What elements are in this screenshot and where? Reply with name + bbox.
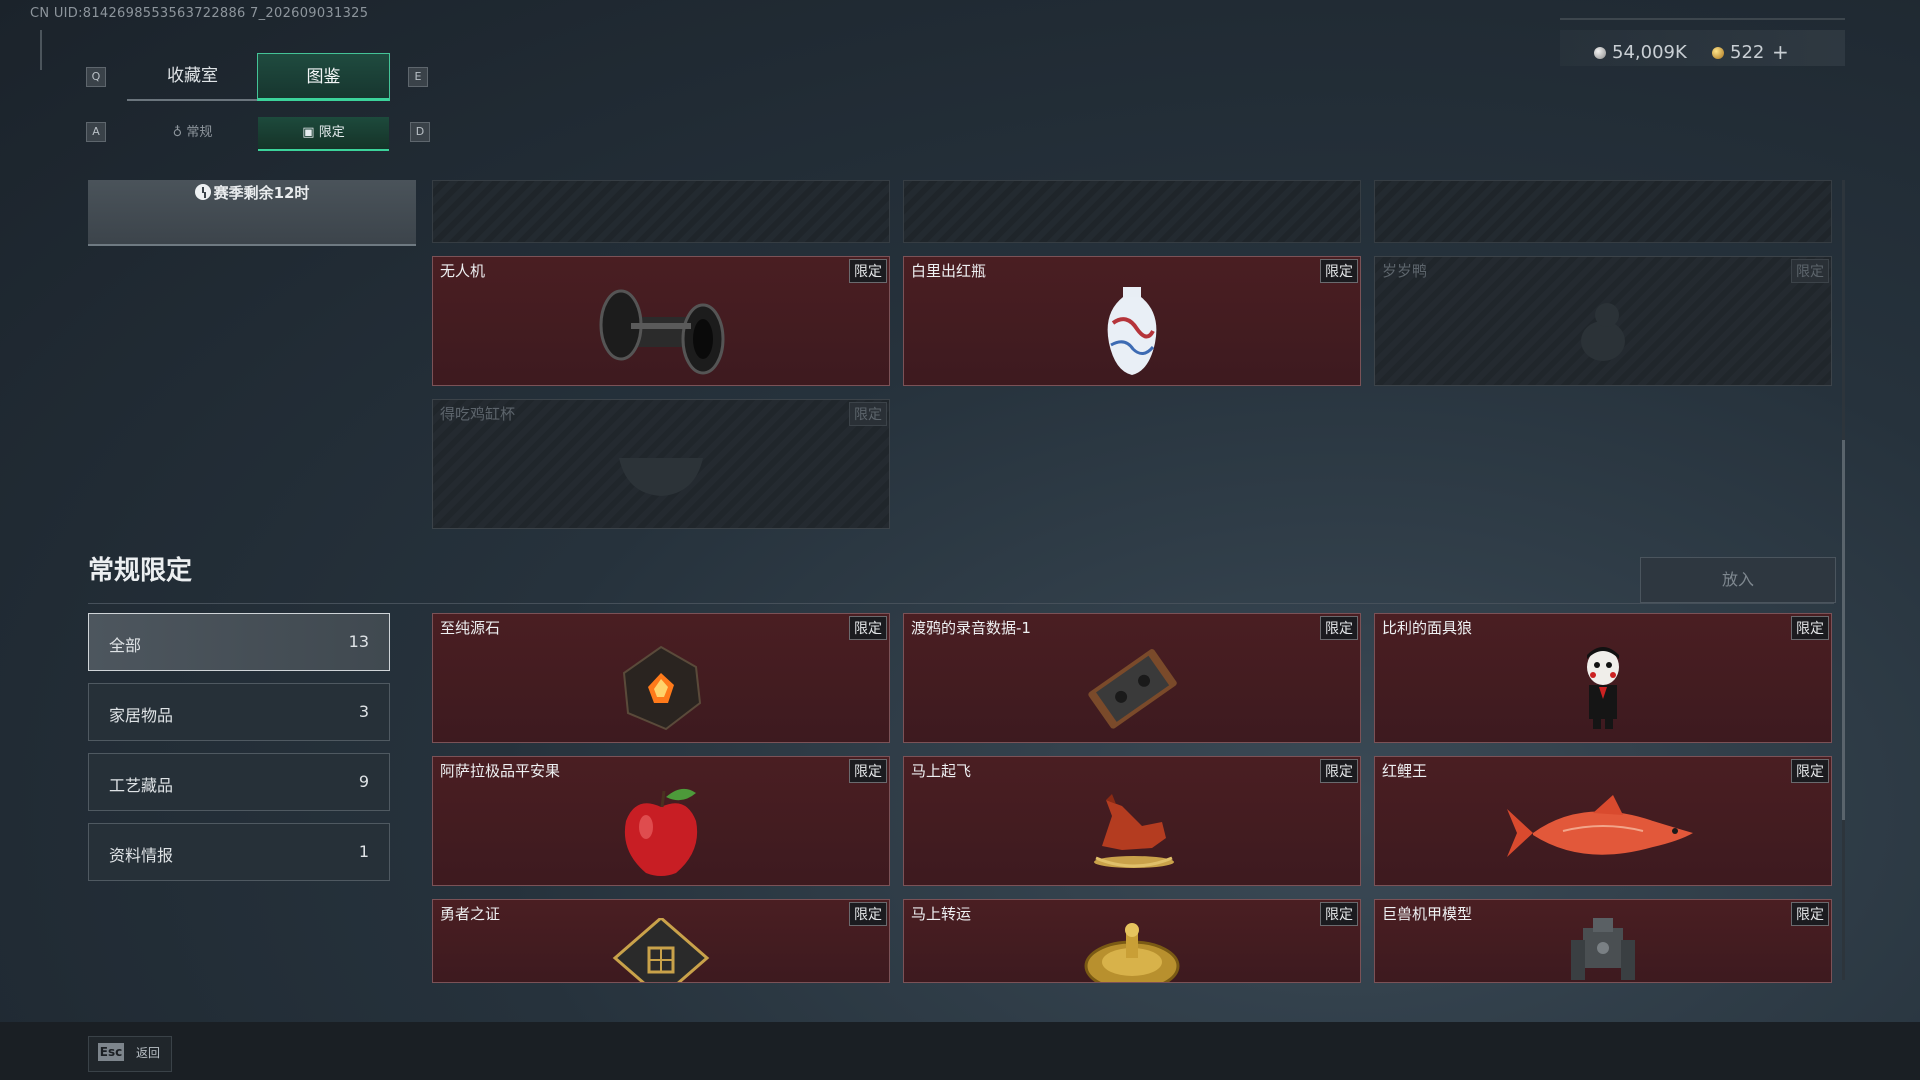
card-name: 无人机 bbox=[440, 262, 486, 280]
category-count: 3 bbox=[358, 702, 369, 721]
porcelain-vase-icon bbox=[904, 279, 1360, 383]
key-hint-e: E bbox=[408, 67, 428, 87]
badge-icon bbox=[433, 918, 889, 982]
drone-part-icon bbox=[433, 279, 889, 383]
gold-amount: 522 bbox=[1730, 42, 1765, 63]
tab-regular[interactable]: ♁ 常规 bbox=[127, 117, 258, 149]
clock-icon bbox=[194, 184, 211, 200]
silver-amount: 54,009K bbox=[1612, 42, 1687, 63]
decor-top-line bbox=[1560, 18, 1845, 20]
cup-icon bbox=[433, 422, 889, 526]
collection-card[interactable]: 马上起飞 限定 bbox=[903, 756, 1361, 886]
billy-puppet-icon bbox=[1375, 636, 1831, 740]
category-label: 家居物品 bbox=[109, 706, 174, 725]
category-count: 9 bbox=[358, 772, 369, 791]
card-name: 马上起飞 bbox=[911, 762, 972, 780]
mech-model-icon bbox=[1375, 918, 1831, 982]
cassette-tape-icon bbox=[904, 636, 1360, 740]
tab-limited-label: 限定 bbox=[318, 125, 345, 140]
footer-bar bbox=[0, 1022, 1920, 1080]
duck-icon bbox=[1375, 279, 1831, 383]
crystal-stone-icon bbox=[433, 636, 889, 740]
card-name: 马上转运 bbox=[911, 905, 972, 923]
key-hint-d: D bbox=[410, 122, 430, 142]
card-name: 阿萨拉极品平安果 bbox=[440, 762, 561, 780]
back-label: 返回 bbox=[136, 1046, 161, 1060]
decor-line bbox=[40, 30, 54, 70]
season-timer-panel: 赛季剩余12时 bbox=[88, 180, 416, 246]
category-label: 资料情报 bbox=[109, 846, 174, 865]
put-in-button[interactable]: 放入 bbox=[1640, 557, 1836, 603]
season-remaining-text: 赛季剩余12时 bbox=[213, 184, 310, 202]
category-label: 全部 bbox=[109, 636, 142, 655]
collection-card[interactable]: 至纯源石 限定 bbox=[432, 613, 890, 743]
tab-codex[interactable]: 图鉴 bbox=[257, 53, 390, 101]
card-partial-3 bbox=[1374, 180, 1832, 243]
collection-card[interactable]: 阿萨拉极品平安果 限定 bbox=[432, 756, 890, 886]
collection-card-locked[interactable]: 得吃鸡缸杯 限定 bbox=[432, 399, 890, 529]
category-label: 工艺藏品 bbox=[109, 776, 174, 795]
collection-card[interactable]: 白里出红瓶 限定 bbox=[903, 256, 1361, 386]
card-name: 得吃鸡缸杯 bbox=[440, 405, 516, 423]
section-title: 常规限定 bbox=[88, 556, 193, 586]
card-name: 白里出红瓶 bbox=[911, 262, 987, 280]
collection-card[interactable]: 马上转运 限定 bbox=[903, 899, 1361, 983]
gold-coin-icon bbox=[1712, 47, 1724, 59]
horse-statue-icon bbox=[904, 779, 1360, 883]
card-name: 岁岁鸭 bbox=[1382, 262, 1428, 280]
tab-limited[interactable]: ▣ 限定 bbox=[258, 117, 389, 151]
silver-currency: 54,009K bbox=[1594, 42, 1687, 63]
collection-card[interactable]: 渡鸦的录音数据-1 限定 bbox=[903, 613, 1361, 743]
card-partial-2 bbox=[903, 180, 1361, 243]
golden-dial-icon bbox=[904, 922, 1360, 982]
card-name: 比利的面具狼 bbox=[1382, 619, 1473, 637]
collection-card[interactable]: 无人机 限定 bbox=[432, 256, 890, 386]
silver-coin-icon bbox=[1594, 47, 1606, 59]
key-hint-q: Q bbox=[86, 67, 106, 87]
card-name: 至纯源石 bbox=[440, 619, 501, 637]
season-timer: 赛季剩余12时 bbox=[88, 182, 416, 203]
tab-regular-label: 常规 bbox=[186, 125, 213, 140]
image-icon: ▣ bbox=[302, 125, 315, 140]
tab-collection-room[interactable]: 收藏室 bbox=[127, 53, 258, 101]
collection-card[interactable]: 勇者之证 限定 bbox=[432, 899, 890, 983]
apple-icon bbox=[433, 779, 889, 883]
collection-card[interactable]: 巨兽机甲模型 限定 bbox=[1374, 899, 1832, 983]
card-partial-1 bbox=[432, 180, 890, 243]
add-currency-button[interactable]: + bbox=[1772, 40, 1789, 64]
scrollbar-thumb[interactable] bbox=[1842, 440, 1845, 820]
category-intel[interactable]: 资料情报 1 bbox=[88, 823, 390, 881]
category-all[interactable]: 全部 13 bbox=[88, 613, 390, 671]
card-name: 渡鸦的录音数据-1 bbox=[911, 619, 1031, 637]
category-crafts[interactable]: 工艺藏品 9 bbox=[88, 753, 390, 811]
flask-icon: ♁ bbox=[172, 125, 183, 140]
card-name: 红鲤王 bbox=[1382, 762, 1428, 780]
esc-key-hint: Esc bbox=[98, 1043, 124, 1061]
key-hint-a: A bbox=[86, 122, 106, 142]
uid-text: CN UID:8142698553563722886 7_20260903132… bbox=[30, 6, 369, 21]
section-divider bbox=[88, 603, 1834, 604]
category-count: 13 bbox=[348, 632, 369, 651]
category-household[interactable]: 家居物品 3 bbox=[88, 683, 390, 741]
koi-fish-icon bbox=[1375, 779, 1831, 883]
category-count: 1 bbox=[358, 842, 369, 861]
gold-currency: 522 bbox=[1712, 42, 1764, 63]
collection-card[interactable]: 红鲤王 限定 bbox=[1374, 756, 1832, 886]
collection-card[interactable]: 比利的面具狼 限定 bbox=[1374, 613, 1832, 743]
collection-card-locked[interactable]: 岁岁鸭 限定 bbox=[1374, 256, 1832, 386]
